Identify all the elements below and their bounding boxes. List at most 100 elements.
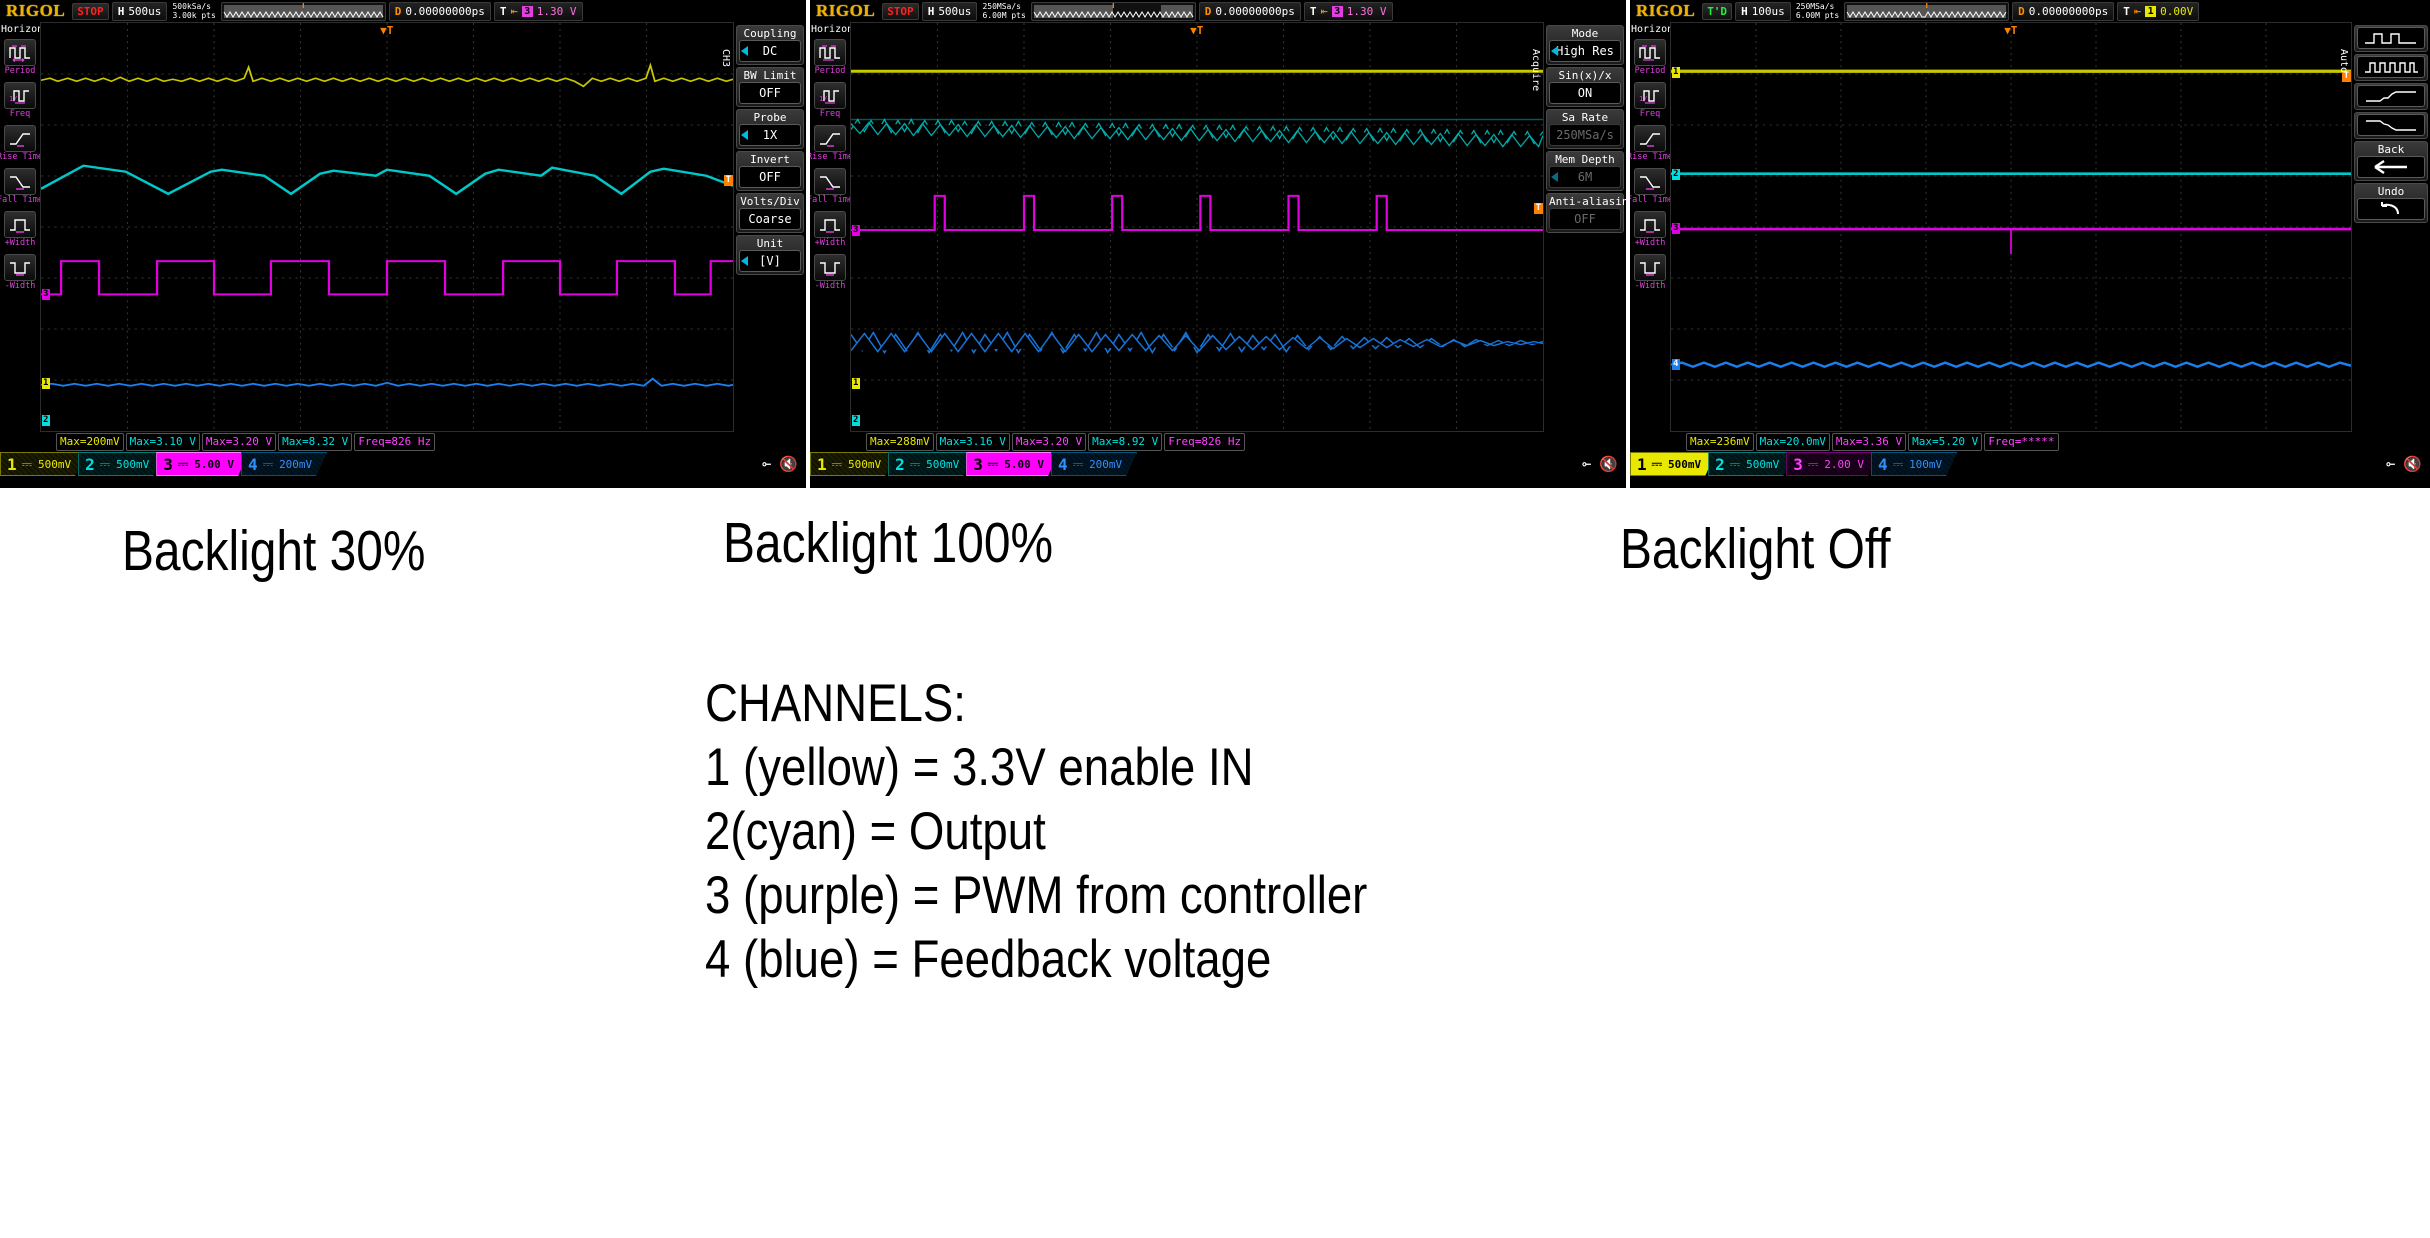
measure-rise-time-button[interactable]: Rise Time xyxy=(810,125,853,165)
trigger-position-marker[interactable]: ▼T xyxy=(1190,25,1203,36)
softkey-pulse-train[interactable] xyxy=(2354,54,2428,81)
measure-result[interactable]: Max=236mV xyxy=(1686,433,1754,451)
measure-freq-button[interactable]: 1/ Freq xyxy=(813,82,847,122)
pulse-train-icon[interactable] xyxy=(2357,56,2425,78)
waveform-minimap[interactable]: T xyxy=(1030,1,1196,21)
measure-fall-time-button[interactable]: Fall Time xyxy=(1630,168,1673,208)
trigger-level-marker[interactable]: T xyxy=(723,175,733,186)
softkey-unit-value[interactable]: [V] xyxy=(739,250,801,272)
back-arrow-icon[interactable] xyxy=(2357,156,2425,178)
measure-result[interactable]: Max=3.20 V xyxy=(201,433,277,451)
trigger-readout[interactable]: T ⇤ 3 1.30 V xyxy=(1303,1,1393,21)
trigger-position-marker[interactable]: ▼T xyxy=(380,25,393,36)
measure-neg-width-button[interactable]: -Width xyxy=(1633,254,1667,294)
softkey-sa-rate[interactable]: Sa Rate 250MSa/s xyxy=(1546,109,1624,149)
measure-freq-button[interactable]: 1/ Freq xyxy=(3,82,37,122)
delay-readout[interactable]: D 0.00000000ps xyxy=(388,1,491,21)
measure-result[interactable]: Freq=826 Hz xyxy=(354,433,436,451)
softkey-sinx-x[interactable]: Sin(x)/x ON xyxy=(1546,67,1624,107)
channel-chip-3[interactable]: 3 ⎓ 5.00 V xyxy=(156,452,249,476)
softkey-back[interactable]: Back xyxy=(2354,141,2428,181)
channel1-ground-marker[interactable]: 1 xyxy=(42,378,51,389)
falling-edge-icon[interactable] xyxy=(2357,114,2425,136)
channel2-ground-marker[interactable]: 2 xyxy=(852,415,861,426)
measure-period-button[interactable]: Period xyxy=(3,39,37,79)
measure-period-button[interactable]: Period xyxy=(813,39,847,79)
scope2-graticule[interactable]: ▼T 3 1 2 T Acquire xyxy=(850,22,1544,432)
channel-chip-1[interactable]: 1 ⎓ 500mV xyxy=(810,452,896,476)
softkey-unit[interactable]: Unit [V] xyxy=(736,235,804,275)
horizontal-timebase[interactable]: H 100us xyxy=(1735,1,1791,21)
measure-result[interactable]: Max=3.10 V xyxy=(125,433,200,451)
softkey-mem-depth[interactable]: Mem Depth 6M xyxy=(1546,151,1624,191)
horizontal-timebase[interactable]: H 500us xyxy=(111,1,168,21)
rising-edge-icon[interactable] xyxy=(2357,85,2425,107)
run-stop-badge[interactable]: STOP xyxy=(72,2,109,20)
softkey-pulse-two[interactable] xyxy=(2354,25,2428,52)
measure-result[interactable]: Max=8.32 V xyxy=(278,433,353,451)
measure-result[interactable]: Max=20.0mV xyxy=(1755,433,1830,451)
speaker-muted-icon[interactable]: 🔇 xyxy=(779,455,798,473)
softkey-mode-value[interactable]: High Res xyxy=(1549,40,1621,62)
undo-arrow-icon[interactable] xyxy=(2357,198,2425,220)
softkey-volts-div-value[interactable]: Coarse xyxy=(739,208,801,230)
scope3-graticule[interactable]: ▼T 1 2 3 4 T Auto xyxy=(1670,22,2352,432)
measure-rise-time-button[interactable]: Rise Time xyxy=(0,125,43,165)
softkey-undo[interactable]: Undo xyxy=(2354,183,2428,223)
channel2-ground-marker[interactable]: 2 xyxy=(42,415,51,426)
channel-chip-2[interactable]: 2 ⎓ 500mV xyxy=(78,452,164,476)
channel3-ground-marker[interactable]: 3 xyxy=(1672,223,1681,234)
softkey-falling-edge[interactable] xyxy=(2354,112,2428,139)
pulse-two-icon[interactable] xyxy=(2357,27,2425,49)
softkey-coupling-value[interactable]: DC xyxy=(739,40,801,62)
softkey-rising-edge[interactable] xyxy=(2354,83,2428,110)
trigger-level-marker[interactable]: T xyxy=(1533,203,1543,214)
channel-chip-3[interactable]: 3 ⎓ 2.00 V xyxy=(1786,452,1879,476)
softkey-probe-value[interactable]: 1X xyxy=(739,124,801,146)
trigger-position-marker[interactable]: ▼T xyxy=(2004,25,2017,36)
waveform-minimap[interactable]: T xyxy=(1844,1,2010,21)
channel-chip-4[interactable]: 4 ⎓ 100mV xyxy=(1871,452,1957,476)
channel-chip-4[interactable]: 4 ⎓ 200mV xyxy=(1051,452,1137,476)
measure-neg-width-button[interactable]: -Width xyxy=(813,254,847,294)
delay-readout[interactable]: D 0.00000000ps xyxy=(1198,1,1301,21)
channel-chip-1[interactable]: 1 ⎓ 500mV xyxy=(0,452,86,476)
measure-result[interactable]: Max=3.20 V xyxy=(1011,433,1087,451)
softkey-volts-div[interactable]: Volts/Div Coarse xyxy=(736,193,804,233)
softkey-probe[interactable]: Probe 1X xyxy=(736,109,804,149)
channel-chip-3[interactable]: 3 ⎓ 5.00 V xyxy=(966,452,1059,476)
softkey-coupling[interactable]: Coupling DC xyxy=(736,25,804,65)
measure-pos-width-button[interactable]: +Width xyxy=(3,211,37,251)
measure-freq-button[interactable]: 1/ Freq xyxy=(1633,82,1667,122)
trigger-readout[interactable]: T ⇤ 3 1.30 V xyxy=(493,1,583,21)
softkey-invert-value[interactable]: OFF xyxy=(739,166,801,188)
measure-neg-width-button[interactable]: -Width xyxy=(3,254,37,294)
channel-chip-4[interactable]: 4 ⎓ 200mV xyxy=(241,452,327,476)
measure-period-button[interactable]: Period xyxy=(1633,39,1667,79)
softkey-sinx-x-value[interactable]: ON xyxy=(1549,82,1621,104)
softkey-bw-limit[interactable]: BW Limit OFF xyxy=(736,67,804,107)
run-stop-badge[interactable]: STOP xyxy=(882,2,919,20)
softkey-bw-limit-value[interactable]: OFF xyxy=(739,82,801,104)
channel1-ground-marker[interactable]: 1 xyxy=(1672,67,1681,78)
measure-result[interactable]: Max=288mV xyxy=(866,433,934,451)
measure-rise-time-button[interactable]: Rise Time xyxy=(1630,125,1673,165)
speaker-muted-icon[interactable]: 🔇 xyxy=(1599,455,1618,473)
channel3-ground-marker[interactable]: 3 xyxy=(852,225,861,236)
measure-result[interactable]: Max=5.20 V xyxy=(1908,433,1983,451)
measure-result[interactable]: Max=200mV xyxy=(56,433,124,451)
measure-fall-time-button[interactable]: Fall Time xyxy=(0,168,43,208)
measure-pos-width-button[interactable]: +Width xyxy=(1633,211,1667,251)
horizontal-timebase[interactable]: H 500us xyxy=(921,1,978,21)
channel-chip-2[interactable]: 2 ⎓ 500mV xyxy=(888,452,974,476)
delay-readout[interactable]: D 0.00000000ps xyxy=(2012,1,2115,21)
speaker-muted-icon[interactable]: 🔇 xyxy=(2403,455,2422,473)
measure-result[interactable]: Max=3.16 V xyxy=(935,433,1010,451)
softkey-anti-aliasing[interactable]: Anti-aliasing OFF xyxy=(1546,193,1626,233)
run-stop-badge[interactable]: T'D xyxy=(1702,2,1733,20)
softkey-invert[interactable]: Invert OFF xyxy=(736,151,804,191)
scope1-graticule[interactable]: ▼T 3 1 2 T CH3 xyxy=(40,22,734,432)
channel1-ground-marker[interactable]: 1 xyxy=(852,378,861,389)
channel-chip-1[interactable]: 1 ⎓ 500mV xyxy=(1630,452,1716,476)
measure-result[interactable]: Freq=826 Hz xyxy=(1164,433,1246,451)
